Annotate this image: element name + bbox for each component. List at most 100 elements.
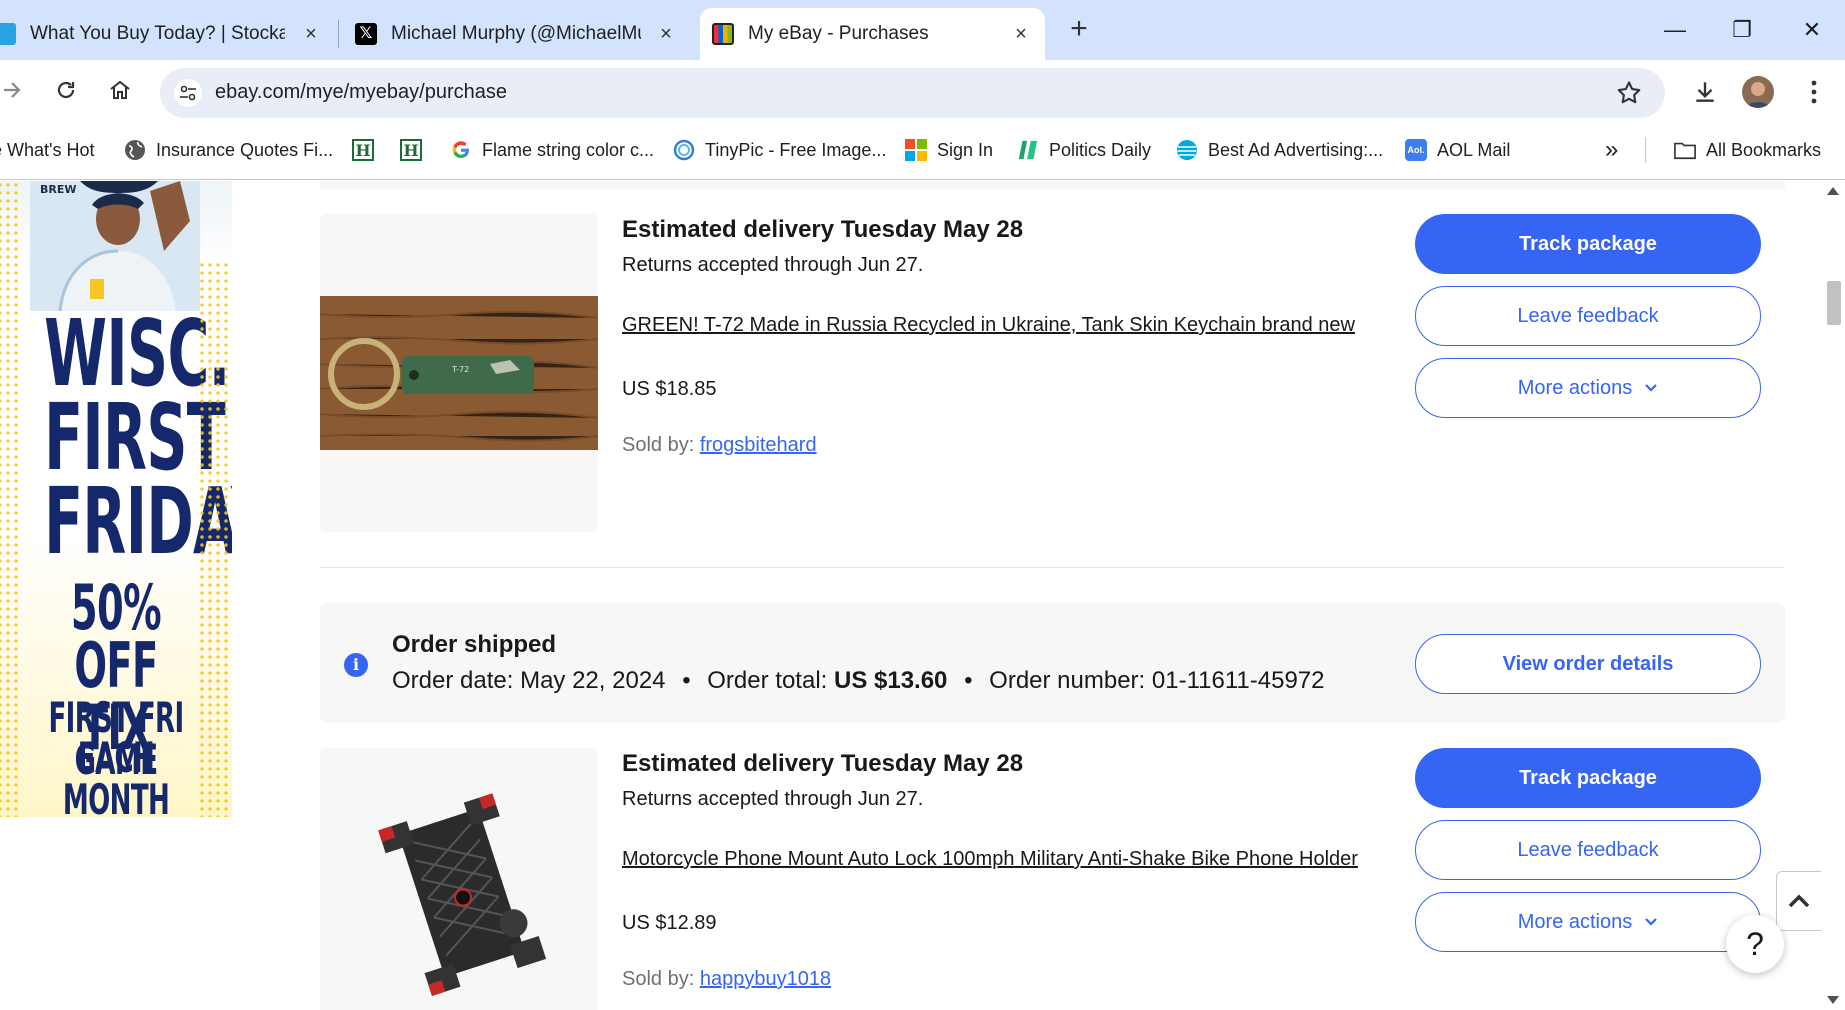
ad-jersey-text: BREW [40, 183, 77, 196]
home-button[interactable] [100, 70, 140, 110]
stock-favicon-icon [0, 23, 16, 45]
scrollbar-thumb[interactable] [1827, 281, 1841, 325]
avatar-icon [1746, 82, 1770, 108]
view-order-details-button[interactable]: View order details [1415, 634, 1761, 694]
order-number-label: Order number: [989, 667, 1146, 694]
bookmark-label: Best Ad Advertising:... [1208, 139, 1384, 160]
track-package-button[interactable]: Track package [1415, 748, 1761, 808]
item-thumbnail[interactable] [320, 748, 598, 1010]
att-icon [1176, 139, 1198, 161]
item-title-link[interactable]: Motorcycle Phone Mount Auto Lock 100mph … [622, 844, 1362, 874]
download-icon [1696, 82, 1714, 102]
bookmark-best-ad[interactable]: Best Ad Advertising:... [1176, 138, 1383, 162]
globe-icon [124, 139, 146, 161]
bookmark-label: e What's Hot [0, 139, 95, 160]
x-logo-icon: 𝕏 [355, 23, 377, 45]
estimated-delivery: Estimated delivery Tuesday May 28 [622, 216, 1024, 243]
ad-banner[interactable]: BREW WISC. FIRST FRIDAYS 50% OFF TIX FIR… [0, 181, 232, 817]
separator-dot: • [964, 667, 973, 694]
bookmark-aol-mail[interactable]: Aol. AOL Mail [1405, 138, 1510, 162]
bookmark-sign-in[interactable]: Sign In [905, 138, 993, 162]
browser-toolbar: ebay.com/mye/myebay/purchase [0, 60, 1845, 120]
bookmark-whats-hot[interactable]: e What's Hot [0, 138, 94, 162]
menu-button[interactable] [1798, 76, 1830, 108]
bookmark-h-1[interactable]: H [352, 138, 384, 162]
order-header-bottom-edge [320, 181, 1785, 189]
more-bookmarks-button[interactable]: » [1605, 136, 1618, 163]
arrow-right-icon [4, 82, 21, 98]
bookmark-label: Politics Daily [1049, 139, 1152, 160]
sold-by-label: Sold by: [622, 968, 695, 990]
scroll-up-arrow-icon[interactable] [1827, 187, 1839, 195]
more-actions-button[interactable]: More actions [1415, 358, 1761, 418]
order-summary: i Order shipped Order date: May 22, 2024… [320, 603, 1785, 723]
close-window-button[interactable]: ✕ [1792, 12, 1832, 48]
sold-by: Sold by: happybuy1018 [622, 968, 831, 991]
tinypic-icon [673, 139, 695, 161]
folder-icon [1674, 139, 1696, 161]
bookmark-insurance[interactable]: Insurance Quotes Fi... [124, 138, 333, 162]
help-button[interactable]: ? [1726, 915, 1784, 973]
page-scrollbar[interactable] [1821, 181, 1845, 1010]
tab-title: My eBay - Purchases [748, 23, 929, 44]
back-to-top-button[interactable] [1776, 871, 1822, 931]
new-tab-button[interactable]: + [1063, 14, 1095, 46]
item-price: US $18.85 [622, 378, 717, 400]
seller-link[interactable]: happybuy1018 [700, 968, 831, 990]
bookmark-label: TinyPic - Free Image... [705, 139, 887, 160]
close-icon[interactable]: × [654, 22, 678, 46]
returns-info: Returns accepted through Jun 27. [622, 788, 924, 810]
close-icon[interactable]: × [299, 22, 323, 46]
bookmark-label: All Bookmarks [1706, 139, 1822, 160]
keychain-image: T-72 [320, 296, 598, 450]
order-total-label: Order total: [707, 667, 828, 694]
phone-mount-image [320, 748, 598, 1010]
bookmark-label: Sign In [937, 139, 994, 160]
forward-button[interactable] [0, 70, 32, 110]
item-title-link[interactable]: GREEN! T-72 Made in Russia Recycled in U… [622, 310, 1362, 340]
scroll-down-arrow-icon[interactable] [1827, 996, 1839, 1004]
downloads-button[interactable] [1689, 76, 1721, 108]
all-bookmarks-button[interactable]: All Bookmarks [1674, 138, 1821, 162]
chevron-down-icon [1644, 917, 1658, 927]
track-package-button[interactable]: Track package [1415, 214, 1761, 274]
ad-line: EACH MONTH [62, 733, 170, 818]
home-icon [110, 80, 130, 99]
tab-title: Michael Murphy (@MichaelMur [391, 23, 641, 44]
order-date-label: Order date: [392, 667, 514, 694]
more-actions-button[interactable]: More actions [1415, 892, 1761, 952]
tab-stockahead[interactable]: What You Buy Today? | Stockahe × [0, 8, 335, 60]
bookmark-tinypic[interactable]: TinyPic - Free Image... [673, 138, 886, 162]
seller-link[interactable]: frogsbitehard [700, 434, 817, 456]
leave-feedback-button[interactable]: Leave feedback [1415, 286, 1761, 346]
reload-button[interactable] [46, 70, 86, 110]
tab-twitter[interactable]: 𝕏 Michael Murphy (@MichaelMur × [355, 8, 690, 60]
site-info-icon[interactable] [174, 79, 202, 107]
keychain-tag-text: T-72 [451, 365, 469, 374]
order-total: US $13.60 [833, 667, 948, 694]
bookmark-star-icon[interactable] [1615, 79, 1643, 107]
h-icon: H [400, 139, 422, 161]
bookmark-h-2[interactable]: H [400, 138, 432, 162]
tab-ebay-purchases[interactable]: My eBay - Purchases × [700, 8, 1045, 60]
bookmark-separator [1645, 137, 1646, 163]
sold-by-label: Sold by: [622, 434, 695, 456]
close-icon[interactable]: × [1009, 22, 1033, 46]
item-price: US $12.89 [622, 912, 717, 934]
item-thumbnail[interactable]: T-72 [320, 214, 598, 532]
browser-tabstrip: What You Buy Today? | Stockahe × 𝕏 Micha… [0, 0, 1845, 60]
minimize-button[interactable]: — [1655, 12, 1695, 48]
restore-button[interactable]: ❐ [1722, 12, 1762, 48]
url-text[interactable]: ebay.com/mye/myebay/purchase [215, 81, 507, 104]
order-status: Order shipped [392, 631, 557, 658]
returns-info: Returns accepted through Jun 27. [622, 254, 924, 276]
chevron-down-icon [1644, 383, 1658, 393]
order-divider [320, 567, 1785, 568]
leave-feedback-button[interactable]: Leave feedback [1415, 820, 1761, 880]
microsoft-icon [905, 139, 927, 161]
separator-dot: • [682, 667, 691, 694]
profile-avatar[interactable] [1742, 76, 1774, 108]
bookmark-politics-daily[interactable]: Politics Daily [1017, 138, 1151, 162]
address-bar[interactable]: ebay.com/mye/myebay/purchase [160, 68, 1665, 118]
bookmark-flame-string[interactable]: Flame string color c... [450, 138, 654, 162]
